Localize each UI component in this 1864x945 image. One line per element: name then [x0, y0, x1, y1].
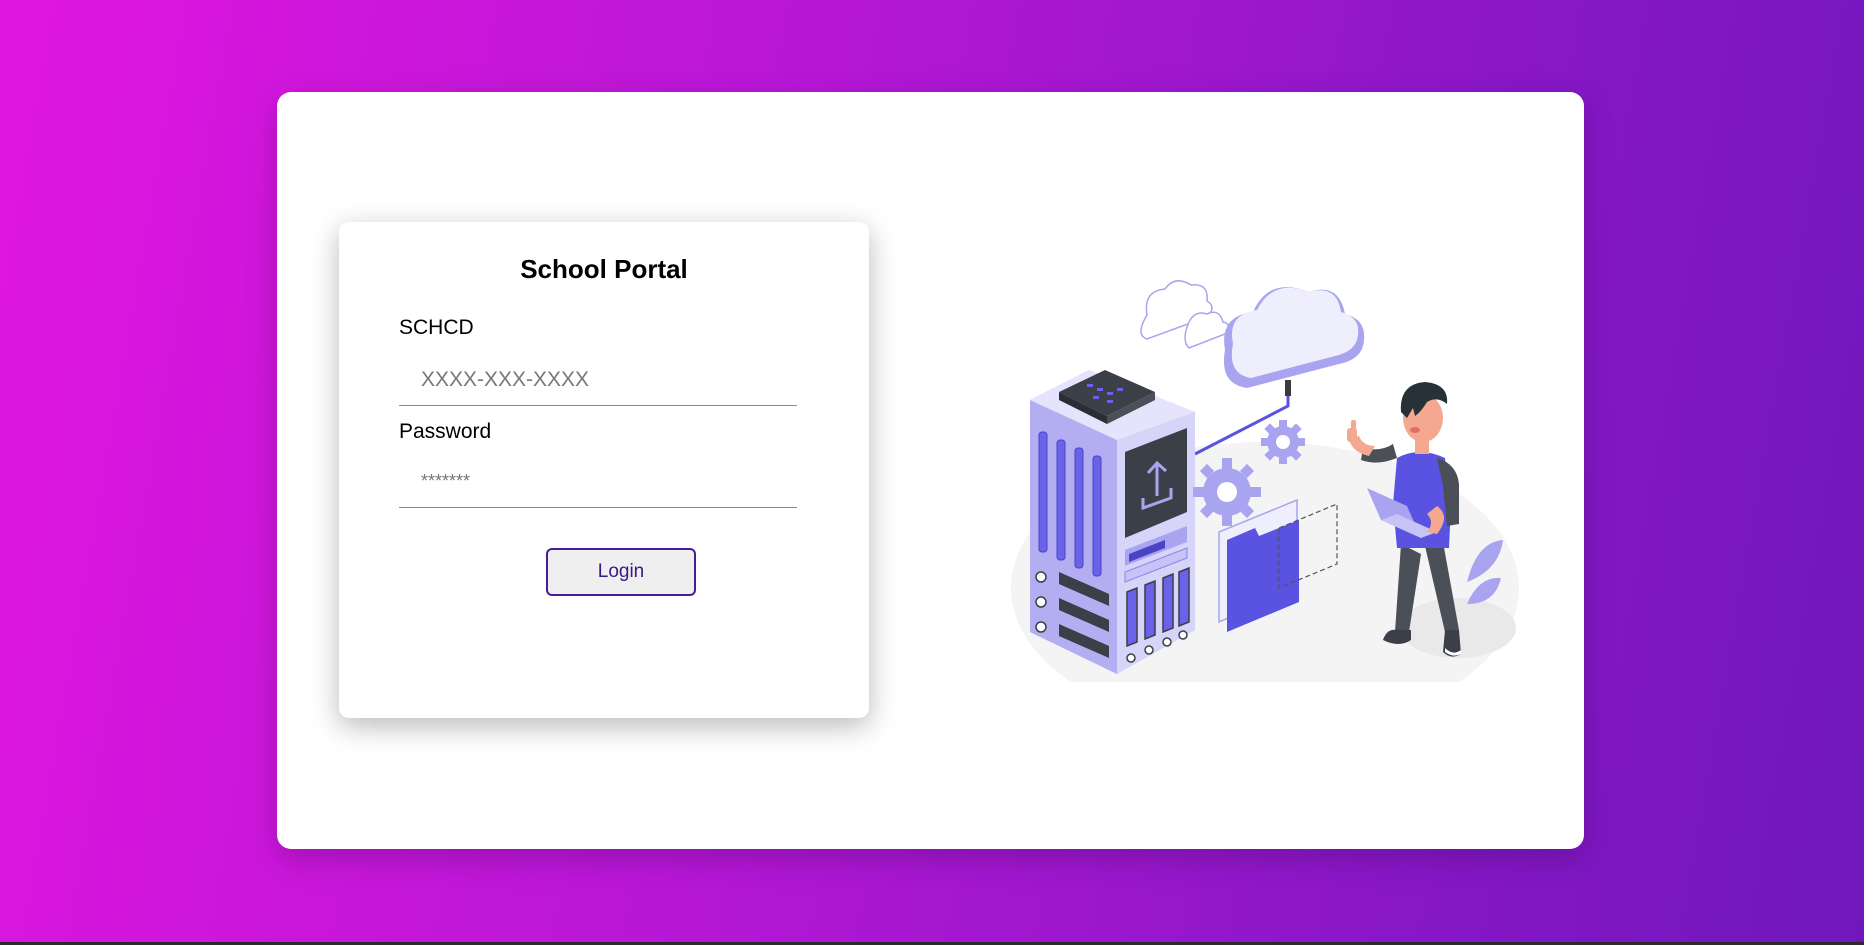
- page-title: School Portal: [520, 254, 688, 284]
- main-card: School Portal SCHCD Password Login: [277, 92, 1584, 849]
- cloud-icon: [1223, 287, 1365, 396]
- login-button[interactable]: Login: [546, 548, 696, 596]
- server-rack-icon: [1030, 370, 1195, 674]
- schcd-input[interactable]: [399, 354, 797, 406]
- password-label: Password: [399, 420, 492, 443]
- schcd-label: SCHCD: [399, 316, 474, 339]
- cloud-outline-icon: [1140, 280, 1230, 349]
- password-input[interactable]: [399, 456, 797, 508]
- login-card: School Portal SCHCD Password Login: [339, 222, 869, 718]
- server-upload-illustration: [1011, 280, 1519, 682]
- gear-small-icon: [1261, 420, 1305, 464]
